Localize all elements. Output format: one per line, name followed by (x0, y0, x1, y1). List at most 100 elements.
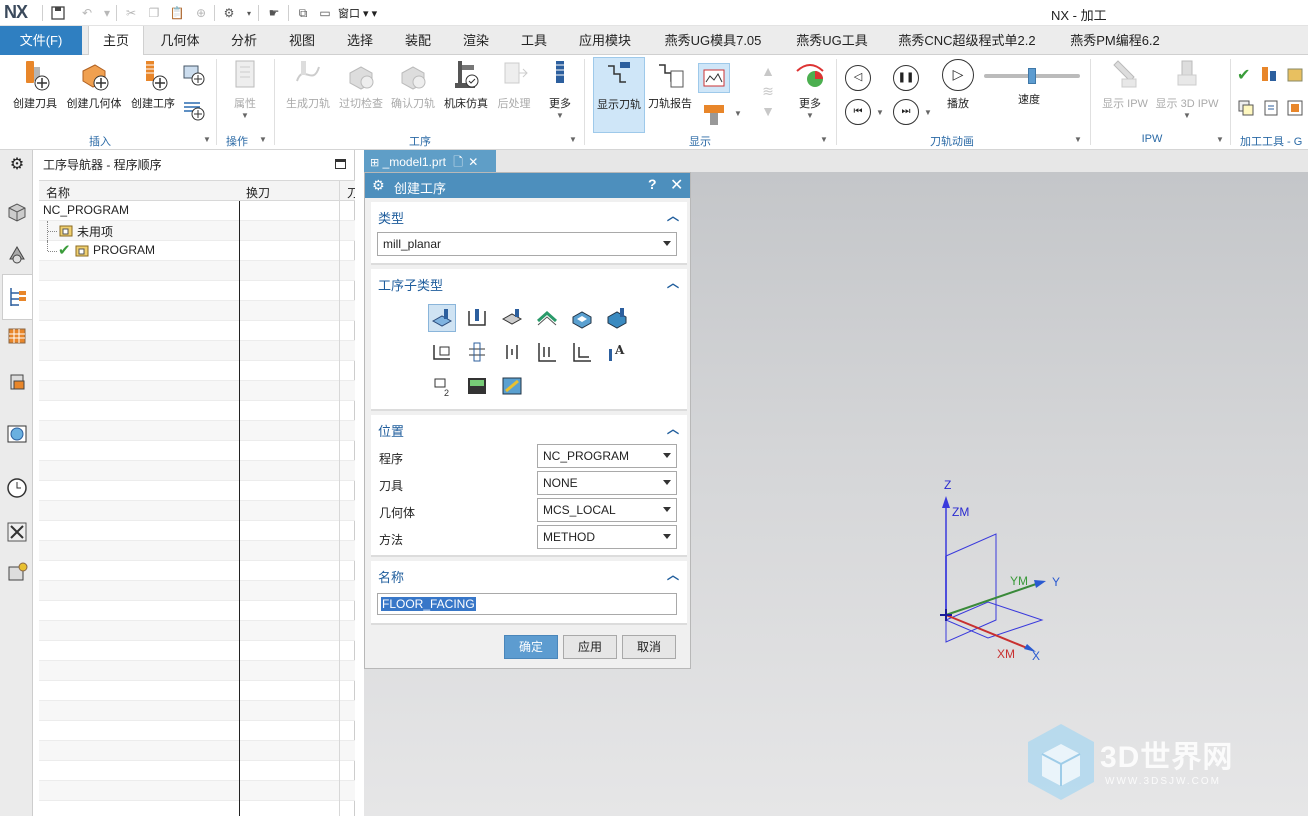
machining-feature-navigator-icon[interactable] (5, 370, 29, 394)
close-icon[interactable]: ✕ (670, 175, 683, 195)
repeat-command-icon[interactable]: ⊕ (192, 4, 210, 22)
material-icon[interactable] (1286, 65, 1304, 83)
procedure-group-dropdown-icon[interactable]: ▼ (569, 135, 577, 144)
tab-home[interactable]: 主页 (88, 26, 144, 56)
tools-icon[interactable] (5, 520, 29, 544)
tool-select[interactable]: NONE (537, 471, 677, 495)
tab-assembly[interactable]: 装配 (392, 26, 444, 55)
close-tab-icon[interactable]: ✕ (468, 155, 478, 169)
dropdown-icon[interactable]: ▼ (734, 109, 742, 118)
generate-path-button[interactable]: 生成刀轨 (282, 57, 334, 111)
show-path-button[interactable]: 显示刀轨 (593, 57, 645, 133)
mill-control-icon[interactable]: 2 (428, 372, 456, 400)
tab-yanxiu-tools[interactable]: 燕秀UG工具 (784, 26, 880, 55)
groove-milling-icon[interactable] (533, 338, 561, 366)
window-menu[interactable]: 窗口 ▾ ▾ (338, 5, 377, 21)
collapse-chevron-icon[interactable]: ︿ (667, 566, 679, 583)
create-program-icon[interactable] (182, 97, 206, 121)
planar-profile-icon[interactable] (603, 304, 631, 332)
cut-icon[interactable]: ✂ (122, 4, 140, 22)
tab-yanxiu-mold[interactable]: 燕秀UG模具7.05 (654, 26, 772, 55)
dropdown-icon[interactable]: ▼ (924, 108, 932, 117)
dialog-title-bar[interactable]: ⚙ 创建工序 ? ✕ (365, 173, 690, 198)
face-milling-manual-icon[interactable] (533, 304, 561, 332)
operation-group-dropdown-icon[interactable]: ▼ (259, 135, 267, 144)
machine-tool-navigator-icon[interactable] (5, 324, 29, 348)
document-tab[interactable]: ⊞ _model1.prt 🗋 ✕ (364, 150, 496, 172)
planar-mill-icon[interactable] (568, 304, 596, 332)
paste-icon[interactable]: 📋 (168, 4, 186, 22)
rewind-icon[interactable]: ⏮ (845, 99, 871, 125)
up-down-arrows-icon[interactable]: ▲ ≋ ▼ (758, 61, 778, 125)
tool-library-icon[interactable] (1260, 65, 1278, 83)
forward-icon[interactable]: ⏭ (893, 99, 919, 125)
verify-path-button[interactable]: 确认刀轨 (388, 57, 438, 111)
show-ipw-button[interactable]: 显示 IPW (1098, 57, 1152, 111)
hand-icon[interactable]: ☛ (265, 4, 283, 22)
collapse-chevron-icon[interactable]: ︿ (667, 274, 679, 291)
create-tool-button[interactable]: 创建刀具 (8, 57, 62, 111)
tab-view[interactable]: 视图 (276, 26, 328, 55)
display-mode-icon[interactable] (698, 63, 730, 93)
tab-yanxiu-pm[interactable]: 燕秀PM编程6.2 (1060, 26, 1170, 55)
history-clock-icon[interactable] (5, 476, 29, 500)
dropdown-icon[interactable]: ▼ (876, 108, 884, 117)
mill-user-icon[interactable] (463, 372, 491, 400)
web-browser-icon[interactable] (5, 422, 29, 446)
operation-navigator-icon[interactable] (2, 274, 32, 320)
column-header-name[interactable]: 名称 (46, 184, 70, 201)
reuse-library-icon[interactable] (5, 560, 29, 584)
machine-simulation-button[interactable]: 机床仿真 (440, 57, 492, 111)
help-icon[interactable]: ? (648, 176, 657, 192)
play-button[interactable]: ▷ 播放 (938, 59, 978, 111)
show-3d-ipw-button[interactable]: 显示 3D IPW ▼ (1154, 57, 1220, 120)
tab-render[interactable]: 渲染 (450, 26, 502, 55)
ok-button[interactable]: 确定 (504, 635, 558, 659)
undo-icon[interactable]: ↶ (78, 4, 96, 22)
properties-button[interactable]: 属性 ▼ (224, 57, 266, 120)
tab-analysis[interactable]: 分析 (218, 26, 270, 55)
hole-milling-icon[interactable] (568, 338, 596, 366)
display-group-dropdown-icon[interactable]: ▼ (820, 135, 828, 144)
table-row[interactable]: 未用项 (39, 221, 355, 241)
dropdown-icon[interactable]: ▾ (98, 4, 116, 22)
tab-tools[interactable]: 工具 (508, 26, 560, 55)
cancel-button[interactable]: 取消 (622, 635, 676, 659)
more-display-button[interactable]: 更多 ▼ (790, 57, 830, 120)
program-select[interactable]: NC_PROGRAM (537, 444, 677, 468)
table-row[interactable]: ✔ PROGRAM (39, 241, 355, 261)
insert-group-dropdown-icon[interactable]: ▼ (203, 135, 211, 144)
table-row[interactable]: NC_PROGRAM (39, 201, 355, 221)
touch-mode-icon[interactable]: ⚙ (220, 4, 238, 22)
tab-geometry[interactable]: 几何体 (152, 26, 208, 55)
create-operation-button[interactable]: 创建工序 (126, 57, 180, 111)
method-select[interactable]: METHOD (537, 525, 677, 549)
floor-wall-ipw-icon[interactable] (463, 304, 491, 332)
finish-walls-icon[interactable] (463, 338, 491, 366)
operation-name-input[interactable]: FLOOR_FACING (377, 593, 677, 615)
collapse-chevron-icon[interactable]: ︿ (667, 420, 679, 437)
planar-text-icon[interactable]: A (603, 338, 631, 366)
create-geometry-button[interactable]: 创建几何体 (64, 57, 124, 111)
create-method-icon[interactable] (182, 63, 206, 87)
step-back-icon[interactable]: ◁ (845, 65, 871, 91)
column-header-tool[interactable]: 刀 (347, 184, 355, 201)
collapse-chevron-icon[interactable]: ︿ (667, 207, 679, 224)
settings-gear-icon[interactable]: ⚙ (5, 152, 29, 176)
speed-slider[interactable] (984, 68, 1080, 84)
type-select[interactable]: mill_planar (377, 232, 677, 256)
copy-icon[interactable]: ❐ (145, 4, 163, 22)
dropdown-icon[interactable]: ▾ (240, 4, 258, 22)
copy-operation-icon[interactable] (1237, 99, 1255, 117)
finish-floor-icon[interactable] (498, 338, 526, 366)
gouge-check-button[interactable]: 过切检查 (336, 57, 386, 111)
animation-group-dropdown-icon[interactable]: ▼ (1074, 135, 1082, 144)
checkmark-tool-icon[interactable]: ✔ (1237, 65, 1255, 84)
ipw-group-dropdown-icon[interactable]: ▼ (1216, 135, 1224, 144)
thread-mill-icon[interactable] (498, 372, 526, 400)
column-header-tool-change[interactable]: 换刀 (246, 184, 270, 201)
postprocess-button[interactable]: 后处理 (494, 57, 534, 111)
assembly-navigator-icon[interactable] (5, 242, 29, 266)
dialog-gear-icon[interactable]: ⚙ (372, 177, 385, 194)
report-icon[interactable] (1262, 99, 1280, 117)
